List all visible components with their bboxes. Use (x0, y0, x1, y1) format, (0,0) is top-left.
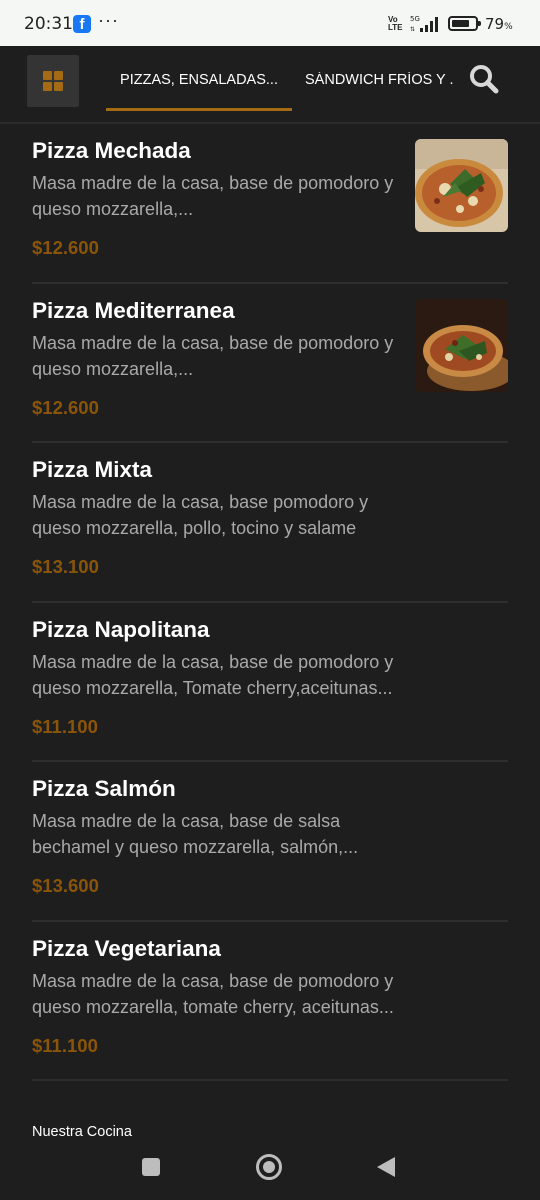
item-price: $12.600 (32, 237, 99, 258)
categories-menu-button[interactable] (27, 55, 79, 107)
search-icon (470, 65, 499, 94)
battery-icon (448, 16, 481, 31)
menu-item-pizza-salmon[interactable]: Pizza Salmón Masa madre de la casa, base… (32, 762, 508, 922)
battery-fill (452, 20, 469, 27)
back-button[interactable] (377, 1157, 395, 1177)
battery-percent-unit: % (504, 22, 513, 32)
category-header: PIZZAS, ENSALADAS... SÁNDWICH FRÍOS Y .. (0, 46, 540, 124)
item-name: Pizza Napolitana (32, 616, 210, 642)
item-description: Masa madre de la casa, base de pomodoro … (32, 332, 394, 379)
battery-percent-value: 79 (485, 15, 505, 33)
pizza-photo[interactable] (415, 139, 508, 232)
item-description: Masa madre de la casa, base de pomodoro … (32, 173, 394, 219)
item-price: $12.600 (32, 396, 99, 418)
item-name: Pizza Mediterranea (32, 297, 235, 323)
item-price: $11.100 (32, 1034, 98, 1056)
more-notifications-icon: ··· (98, 10, 119, 30)
status-bar: 20:31 f ··· Vo LTE 5G ⇅ 79% (0, 0, 540, 46)
pizza-mediterranea-image (415, 298, 508, 392)
tab-sandwich-frios[interactable]: SÁNDWICH FRÍOS Y .. (305, 72, 453, 88)
status-time: 20:31 (24, 14, 73, 34)
tab-pizzas-ensaladas[interactable]: PIZZAS, ENSALADAS... (106, 72, 292, 112)
home-button[interactable] (256, 1154, 282, 1180)
menu-list: Pizza Mechada Masa madre de la casa, bas… (32, 124, 508, 1081)
item-price: $13.600 (32, 875, 99, 896)
search-button[interactable] (466, 62, 502, 98)
recent-apps-button[interactable] (142, 1158, 160, 1176)
menu-item-pizza-napolitana[interactable]: Pizza Napolitana Masa madre de la casa, … (32, 603, 508, 762)
menu-item-pizza-vegetariana[interactable]: Pizza Vegetariana Masa madre de la casa,… (32, 922, 508, 1081)
active-tab-indicator (106, 108, 292, 111)
system-navigation-bar (0, 1140, 540, 1200)
signal-label: 5G (410, 15, 420, 23)
signal-icon: 5G ⇅ (410, 15, 438, 33)
footer-nuestra-cocina-link[interactable]: Nuestra Cocina (32, 1124, 132, 1140)
pizza-mechada-image (415, 139, 508, 232)
item-description: Masa madre de la casa, base de salsa bec… (32, 811, 359, 857)
battery-percent: 79% (485, 15, 513, 33)
pizza-photo[interactable] (415, 298, 508, 392)
item-description: Masa madre de la casa, base de pomodoro … (32, 970, 394, 1017)
menu-item-pizza-mechada[interactable]: Pizza Mechada Masa madre de la casa, bas… (32, 124, 508, 284)
facebook-icon: f (73, 15, 91, 33)
item-description: Masa madre de la casa, base pomodoro y q… (32, 492, 369, 538)
item-name: Pizza Mixta (32, 457, 153, 482)
volte-bottom: LTE (388, 23, 403, 32)
item-description: Masa madre de la casa, base de pomodoro … (32, 651, 394, 698)
svg-text:⇅: ⇅ (410, 26, 415, 33)
item-price: $11.100 (32, 715, 98, 737)
grid-icon (43, 71, 52, 80)
item-name: Pizza Vegetariana (32, 935, 221, 961)
item-price: $13.100 (32, 556, 99, 577)
item-name: Pizza Salmón (32, 776, 176, 801)
item-name: Pizza Mechada (32, 138, 191, 163)
menu-item-pizza-mediterranea[interactable]: Pizza Mediterranea Masa madre de la casa… (32, 284, 508, 443)
menu-item-pizza-mixta[interactable]: Pizza Mixta Masa madre de la casa, base … (32, 443, 508, 603)
volte-icon: Vo LTE (388, 16, 403, 32)
